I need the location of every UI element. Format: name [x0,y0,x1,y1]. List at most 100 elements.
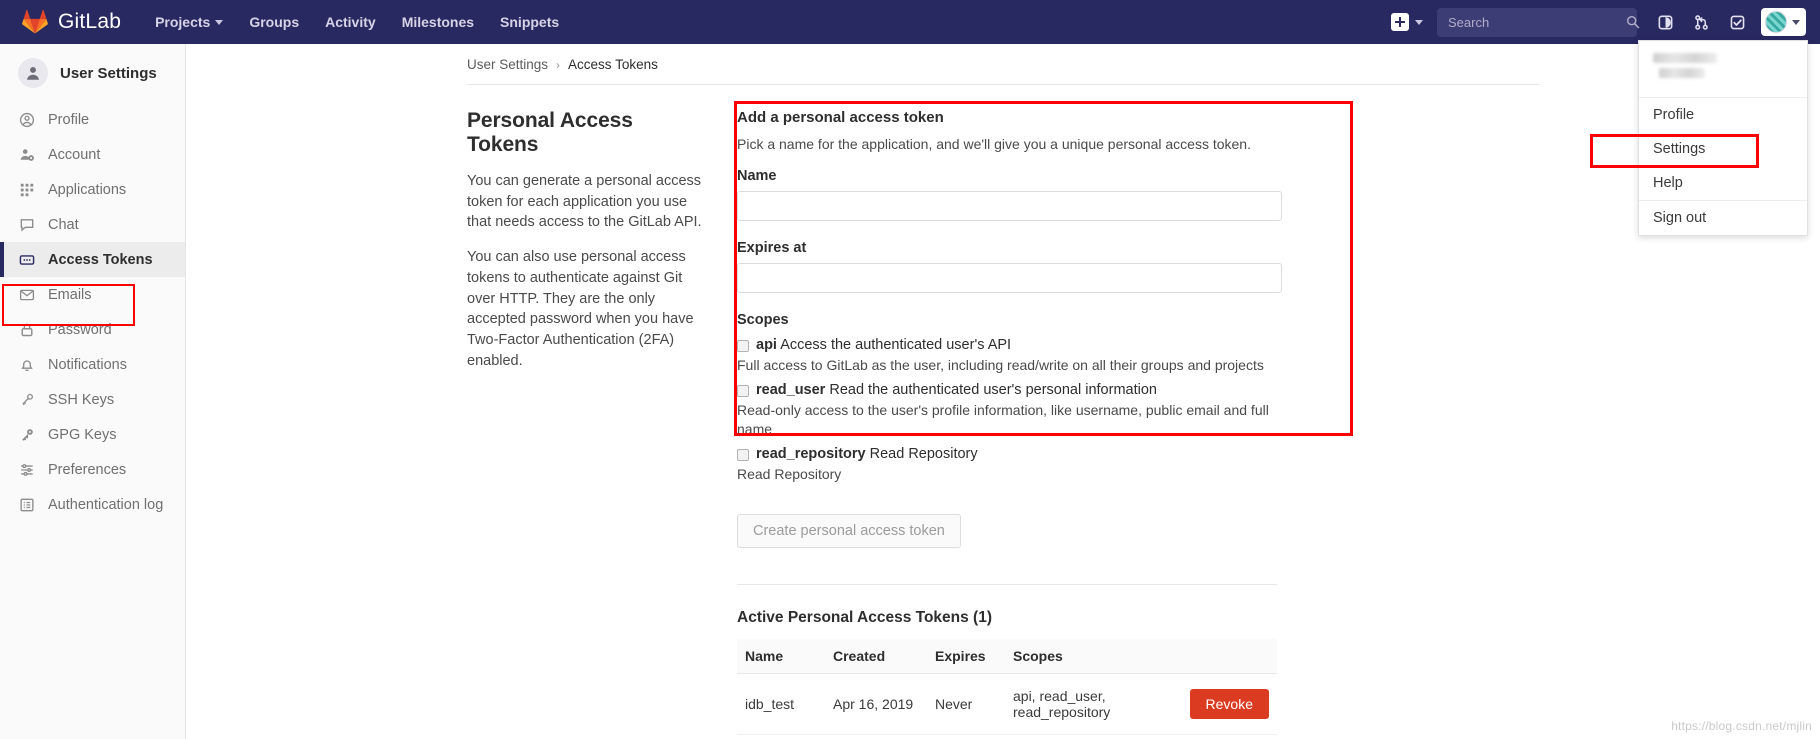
active-tokens-title: Active Personal Access Tokens (1) [737,608,993,626]
chevron-down-icon [215,19,224,25]
sidebar-item-notifications[interactable]: Notifications [0,347,185,382]
search-input[interactable] [1446,13,1626,31]
scope-name-read-repository: read_repository [756,445,866,462]
expires-at-label: Expires at [737,240,807,256]
search-box[interactable] [1437,7,1640,37]
sidebar-item-label: SSH Keys [48,391,115,408]
sidebar-item-account[interactable]: Account [0,137,185,172]
settings-sidebar: User Settings Profile Account Applicatio… [0,44,186,739]
key-icon [18,391,35,408]
breadcrumb-current[interactable]: Access Tokens [568,57,658,72]
issues-icon[interactable] [1649,6,1681,38]
breadcrumb-separator: › [556,57,561,72]
column-header-name: Name [737,638,825,674]
sidebar-item-password[interactable]: Password [0,312,185,347]
sliders-icon [18,461,35,478]
nav-item-activity[interactable]: Activity [325,14,376,30]
chevron-down-icon [1415,19,1423,25]
avatar [1765,11,1787,33]
active-tokens-table: Name Created Expires Scopes idb_test Apr… [737,638,1277,735]
scope-name-read-user: read_user [756,381,826,398]
account-gear-icon [18,146,35,163]
sidebar-item-chat[interactable]: Chat [0,207,185,242]
checkbox-api[interactable] [737,340,749,352]
checkbox-read-repository[interactable] [737,448,749,461]
bell-icon [18,356,35,373]
redacted-handle [1659,68,1705,78]
dropdown-user-info [1639,41,1807,98]
todos-icon[interactable] [1721,6,1753,38]
brand-label: GitLab [58,10,122,33]
sidebar-item-label: Notifications [48,356,127,373]
navbar-right-actions [1385,6,1806,38]
cell-token-expires: Never [927,673,1005,735]
gitlab-brand[interactable]: GitLab [22,9,121,35]
token-name-input[interactable] [737,191,1282,221]
nav-item-projects[interactable]: Projects [155,14,224,30]
form-column: Add a personal access token Pick a name … [734,101,1353,735]
sidebar-item-label: GPG Keys [48,426,117,443]
column-header-created: Created [825,638,927,674]
create-token-button[interactable]: Create personal access token [737,513,961,548]
dropdown-item-help[interactable]: Help [1639,166,1807,200]
log-list-icon [18,496,35,513]
scope-inline-api: Access the authenticated user's API [780,337,1012,353]
sidebar-item-ssh-keys[interactable]: SSH Keys [0,382,185,417]
scope-row-api[interactable]: api Access the authenticated user's API [737,337,1282,353]
user-menu-button[interactable] [1761,8,1806,36]
checkbox-read-user[interactable] [737,384,749,397]
cell-token-name: idb_test [737,673,825,735]
cell-token-action: Revoke [1181,673,1277,735]
form-subtitle: Pick a name for the application, and we'… [737,136,1251,152]
dropdown-item-sign-out[interactable]: Sign out [1639,201,1807,235]
sidebar-item-label: Preferences [48,461,127,478]
redacted-username [1653,53,1717,63]
scope-name-api: api [756,337,777,353]
section-divider [737,583,1277,585]
main-content: User Settings › Access Tokens Personal A… [186,44,1820,739]
expires-at-input[interactable] [737,263,1282,293]
sidebar-item-access-tokens[interactable]: Access Tokens [0,242,185,277]
chevron-down-icon [1792,19,1800,25]
sidebar-item-applications[interactable]: Applications [0,172,185,207]
name-label: Name [737,168,777,184]
breadcrumb-parent[interactable]: User Settings [467,57,548,72]
breadcrumb: User Settings › Access Tokens [186,44,1820,84]
user-dropdown-menu: Profile Settings Help Sign out [1590,40,1808,236]
sidebar-item-emails[interactable]: Emails [0,277,185,312]
page-body: User Settings Profile Account Applicatio… [0,44,1820,739]
column-header-actions [1181,638,1277,674]
description-paragraph-2: You can also use personal access tokens … [467,249,694,369]
merge-requests-icon[interactable] [1685,6,1717,38]
gpg-key-icon [18,426,35,443]
new-item-button[interactable] [1385,13,1429,31]
top-navbar: GitLab Projects Groups Activity Mileston… [0,0,1820,44]
scope-row-read-user[interactable]: read_user Read the authenticated user's … [737,382,1282,398]
sidebar-item-gpg-keys[interactable]: GPG Keys [0,417,185,452]
sidebar-item-preferences[interactable]: Preferences [0,452,185,487]
user-circle-icon [18,111,35,128]
sidebar-item-label: Authentication log [48,496,164,513]
sidebar-item-profile[interactable]: Profile [0,102,185,137]
grid-apps-icon [18,181,35,198]
dropdown-item-profile[interactable]: Profile [1639,98,1807,132]
chat-bubble-icon [18,216,35,233]
user-avatar-icon [18,58,48,88]
plus-icon [1391,13,1409,31]
search-icon [1626,15,1640,29]
primary-nav: Projects Groups Activity Milestones Snip… [155,14,559,30]
scope-desc-api: Full access to GitLab as the user, inclu… [737,357,1264,373]
revoke-button[interactable]: Revoke [1189,688,1269,719]
nav-item-groups[interactable]: Groups [249,14,299,30]
cell-token-created: Apr 16, 2019 [825,673,927,735]
sidebar-item-label: Chat [48,216,79,233]
form-title: Add a personal access token [737,109,944,126]
scope-desc-read-repository: Read Repository [737,465,842,482]
nav-item-snippets[interactable]: Snippets [500,14,559,30]
dropdown-item-settings[interactable]: Settings [1639,132,1807,166]
scope-row-read-repository[interactable]: read_repository Read Repository [737,446,1282,462]
sidebar-item-authentication-log[interactable]: Authentication log [0,487,185,522]
table-row: idb_test Apr 16, 2019 Never api, read_us… [737,673,1277,735]
description-paragraph-1: You can generate a personal access token… [467,173,702,231]
nav-item-milestones[interactable]: Milestones [402,14,474,30]
